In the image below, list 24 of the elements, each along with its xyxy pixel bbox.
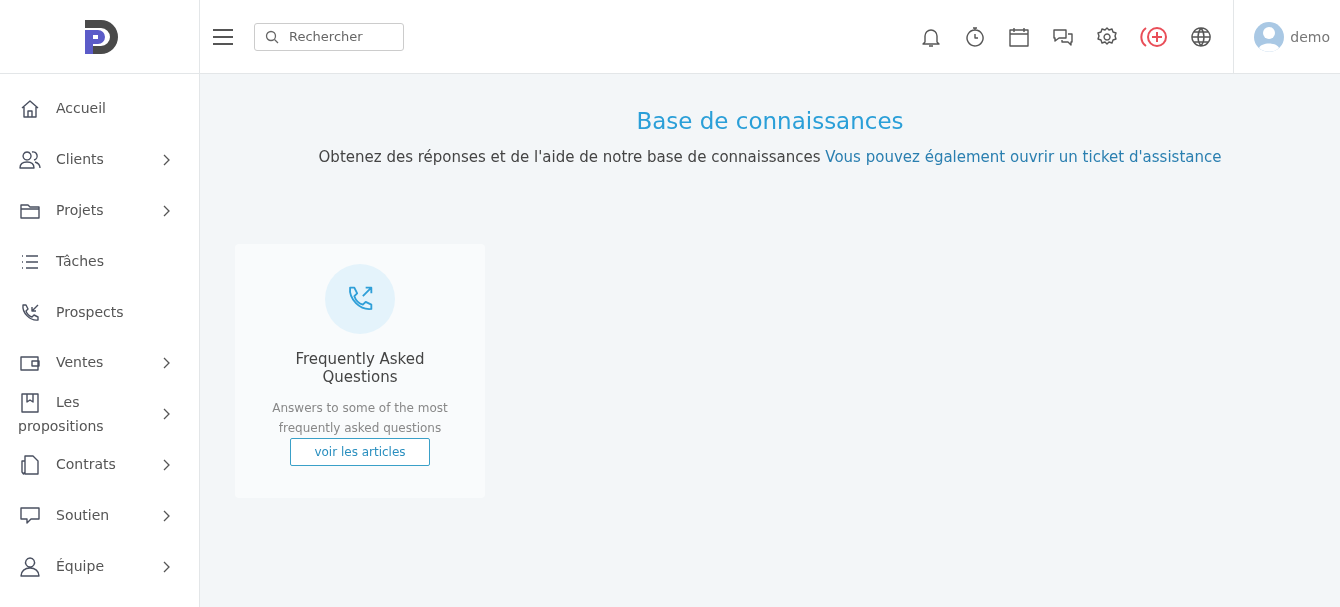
sidebar-item[interactable]: Prospects	[0, 287, 199, 338]
ticket-link[interactable]: Vous pouvez également ouvrir un ticket d'assistance	[825, 148, 1222, 166]
card-title: Frequently Asked Questions	[294, 350, 426, 386]
menu-icon[interactable]	[212, 27, 234, 46]
sidebar-item[interactable]: Clients	[0, 134, 199, 186]
user-name[interactable]: demo	[1290, 28, 1330, 45]
sidebar-item[interactable]: Tâches	[0, 236, 199, 288]
sidebar-item[interactable]: Les propositions	[0, 388, 199, 440]
sidebar-item[interactable]: Accueil	[0, 84, 199, 135]
view-articles-button[interactable]: voir les articles	[290, 438, 430, 466]
search-field[interactable]: Rechercher	[254, 22, 404, 51]
sidebar-item[interactable]: Ventes	[0, 338, 199, 389]
page-title: Base de connaissances	[635, 108, 905, 134]
sidebar-item[interactable]: Équipe	[0, 541, 199, 592]
plus-circle-icon[interactable]	[1139, 24, 1170, 49]
globe-icon[interactable]	[1189, 24, 1214, 49]
bookmark-icon	[18, 391, 42, 416]
sidebar-item[interactable]: Soutien	[0, 490, 199, 542]
sidebar-item[interactable]: Projets	[0, 185, 199, 237]
user-icon	[18, 554, 42, 579]
intro-text: Obtenez des réponses et de l'aide de notre base de connaissances	[318, 148, 821, 166]
card-description: Answers to some of the most frequently asked questions	[271, 400, 449, 437]
sidebar-item[interactable]: Contrats	[0, 439, 199, 491]
document-icon	[18, 452, 42, 477]
